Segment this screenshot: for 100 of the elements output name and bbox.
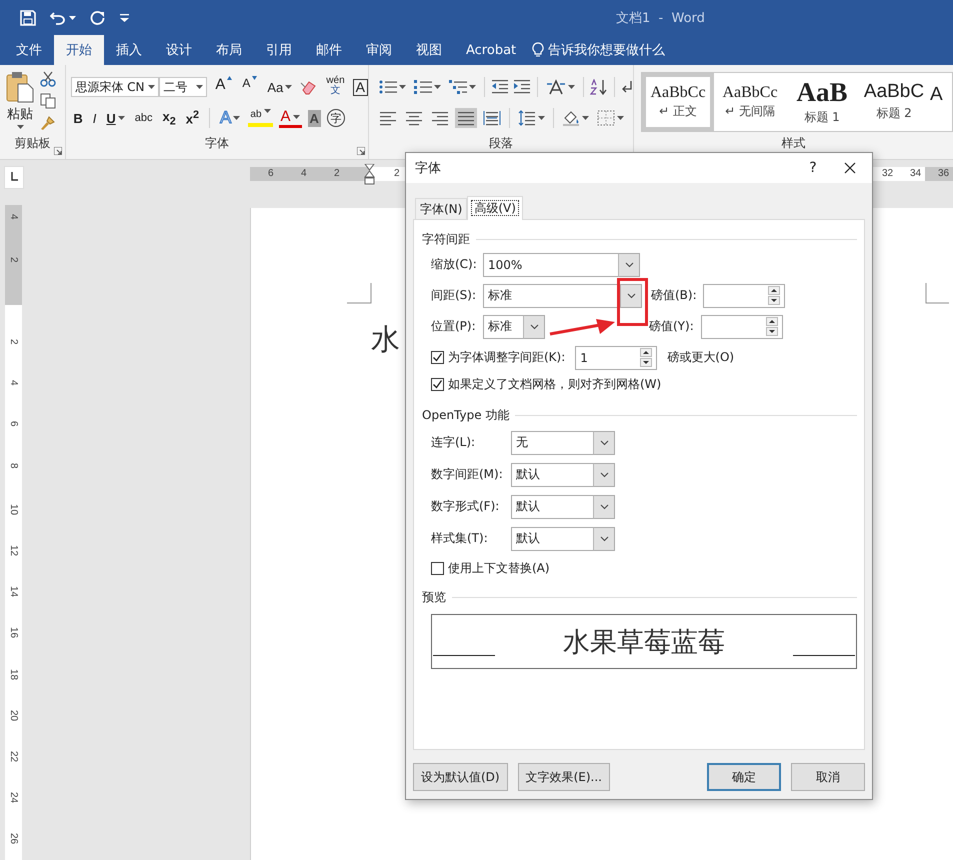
chevron-down-icon[interactable] xyxy=(530,324,538,330)
spin-up-icon[interactable] xyxy=(768,286,780,295)
ribbon-tab[interactable]: 视图 xyxy=(404,35,454,65)
caret-icon[interactable] xyxy=(285,85,292,89)
redo-icon[interactable] xyxy=(90,10,106,26)
paste-button[interactable]: 粘贴 xyxy=(7,105,33,123)
caret-icon[interactable] xyxy=(292,114,300,118)
caret-icon[interactable] xyxy=(434,85,441,89)
dialog-tab[interactable]: 高级(V) xyxy=(467,196,523,220)
spin-down-icon[interactable] xyxy=(766,327,778,336)
caret-icon[interactable] xyxy=(538,116,545,120)
ribbon-tab[interactable]: 开始 xyxy=(54,35,104,65)
alignment-button[interactable] xyxy=(455,108,477,128)
italic-button[interactable]: I xyxy=(90,107,98,129)
spin-up-icon[interactable] xyxy=(766,317,778,326)
caret-icon[interactable] xyxy=(568,85,575,89)
caret-icon[interactable] xyxy=(264,109,271,113)
caret-icon[interactable] xyxy=(469,85,476,89)
increase-indent-icon[interactable] xyxy=(513,79,531,95)
character-shading-button[interactable]: A xyxy=(308,110,321,126)
phonetic-guide-button[interactable]: wén 文 xyxy=(324,76,347,98)
dialog-tab[interactable]: 字体(N) xyxy=(415,198,468,219)
lightbulb-icon[interactable] xyxy=(532,42,544,58)
undo-icon[interactable] xyxy=(50,10,66,24)
dropdown-field[interactable]: 默认 xyxy=(511,494,594,518)
caret-icon[interactable] xyxy=(196,85,204,89)
chevron-down-icon[interactable] xyxy=(624,262,634,268)
ribbon-tab[interactable]: 审阅 xyxy=(354,35,404,65)
character-border-button[interactable]: A xyxy=(352,78,368,96)
strikethrough-button[interactable]: abc xyxy=(132,107,155,129)
borders-icon[interactable] xyxy=(597,110,615,126)
dropdown-field[interactable]: 默认 xyxy=(511,462,594,486)
alignment-button[interactable] xyxy=(481,108,503,128)
spin-field[interactable] xyxy=(701,314,783,338)
clipboard-icon[interactable] xyxy=(6,71,34,103)
decrease-indent-icon[interactable] xyxy=(491,79,509,95)
change-case-button[interactable]: Aa xyxy=(265,76,294,98)
scissors-icon[interactable] xyxy=(40,71,56,87)
save-icon[interactable] xyxy=(20,10,36,26)
chevron-down-icon[interactable] xyxy=(600,504,608,510)
style-item[interactable]: AaBbCc ↵ 正文 xyxy=(642,73,714,131)
caret-icon[interactable] xyxy=(582,116,589,120)
dropdown-field[interactable]: 默认 xyxy=(511,526,594,550)
numbering-icon[interactable] xyxy=(414,79,432,95)
spin-down-icon[interactable] xyxy=(640,358,652,367)
ribbon-tab[interactable]: 引用 xyxy=(254,35,304,65)
ribbon-tab[interactable]: 设计 xyxy=(154,35,204,65)
subscript-button[interactable]: x$_{2}$ xyxy=(160,107,178,129)
sort-icon[interactable] xyxy=(590,79,608,95)
caret-icon[interactable] xyxy=(617,116,624,120)
paragraph-mark-icon[interactable] xyxy=(621,79,633,95)
bullets-icon[interactable] xyxy=(379,79,397,95)
ribbon-tab[interactable]: Acrobat xyxy=(454,35,528,65)
asian-layout-icon[interactable] xyxy=(546,79,566,95)
tell-me-field[interactable]: 告诉我你想要做什么 xyxy=(548,41,666,59)
dropdown-field[interactable]: 标准 xyxy=(483,314,524,338)
caret-icon[interactable] xyxy=(69,16,76,20)
chevron-down-icon[interactable] xyxy=(600,440,608,446)
dialog-launcher-icon[interactable] xyxy=(357,147,365,155)
highlight-button[interactable]: ab xyxy=(248,109,273,127)
dialog-button[interactable]: 确定 xyxy=(707,763,781,791)
font-name-field[interactable]: 思源宋体 CN xyxy=(71,77,160,97)
enclose-character-button[interactable]: 字 xyxy=(326,109,345,127)
dialog-button[interactable]: 文字效果(E)... xyxy=(518,763,610,791)
dropdown-field[interactable]: 标准 xyxy=(483,284,621,308)
spin-field[interactable] xyxy=(703,284,785,308)
paint-bucket-icon[interactable] xyxy=(562,110,580,126)
customize-icon[interactable] xyxy=(120,14,129,22)
spin-up-icon[interactable] xyxy=(640,348,652,357)
caret-icon[interactable] xyxy=(233,116,240,120)
dialog-button[interactable]: 取消 xyxy=(791,763,865,791)
chevron-down-icon[interactable] xyxy=(600,536,608,542)
checkbox[interactable] xyxy=(431,378,444,391)
caret-icon[interactable] xyxy=(118,116,125,120)
shrink-font-button[interactable]: A xyxy=(240,76,260,98)
ribbon-tab[interactable]: 邮件 xyxy=(304,35,354,65)
superscript-button[interactable]: x$^{2}$ xyxy=(184,107,202,129)
paintbrush-icon[interactable] xyxy=(40,115,56,131)
caret-icon[interactable] xyxy=(16,125,24,129)
bold-button[interactable]: B xyxy=(71,107,85,129)
ribbon-tab[interactable]: 布局 xyxy=(204,35,254,65)
help-button[interactable]: ? xyxy=(798,159,828,177)
line-spacing-icon[interactable] xyxy=(518,110,536,126)
checkbox[interactable] xyxy=(431,562,444,575)
spin-down-icon[interactable] xyxy=(768,296,780,305)
indent-marker-icon[interactable] xyxy=(364,164,375,186)
checkbox[interactable] xyxy=(431,351,444,364)
copy-icon[interactable] xyxy=(40,93,56,109)
spin-field[interactable]: 1 xyxy=(575,346,658,370)
chevron-down-icon[interactable] xyxy=(626,292,636,298)
eraser-icon[interactable] xyxy=(300,79,318,95)
grow-font-button[interactable]: A xyxy=(213,76,234,98)
dialog-button[interactable]: 设为默认值(D) xyxy=(413,763,508,791)
chevron-down-icon[interactable] xyxy=(600,472,608,478)
caret-icon[interactable] xyxy=(148,85,156,89)
font-color-button[interactable]: A xyxy=(278,108,302,128)
caret-icon[interactable] xyxy=(399,85,406,89)
multilevel-list-icon[interactable] xyxy=(449,79,467,95)
underline-button[interactable]: U xyxy=(104,107,127,129)
dropdown-field[interactable]: 无 xyxy=(511,430,594,454)
